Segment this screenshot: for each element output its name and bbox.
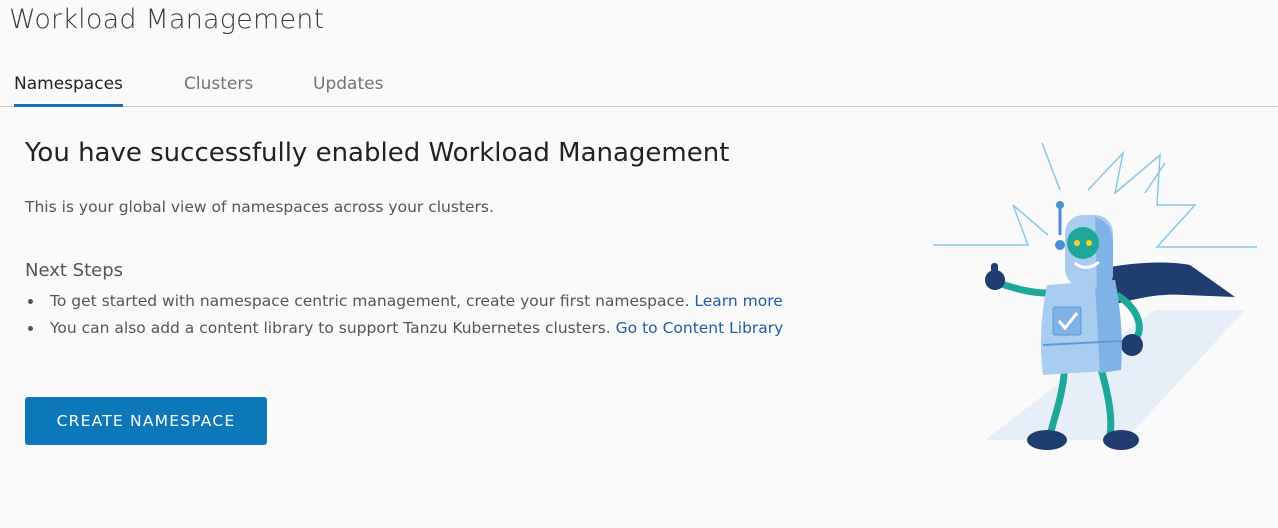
page-title: Workload Management — [9, 4, 325, 35]
main-content: You have successfully enabled Workload M… — [25, 138, 905, 445]
tab-namespaces[interactable]: Namespaces — [14, 74, 123, 107]
robot-thumbs-up-illustration — [933, 142, 1257, 450]
next-steps-list: To get started with namespace centric ma… — [25, 288, 895, 342]
list-item: You can also add a content library to su… — [25, 315, 895, 342]
global-view-description: This is your global view of namespaces a… — [25, 198, 494, 216]
go-to-content-library-link[interactable]: Go to Content Library — [616, 319, 784, 337]
next-steps-title: Next Steps — [25, 260, 124, 281]
step-text: You can also add a content library to su… — [50, 319, 616, 337]
tab-bar: Namespaces Clusters Updates — [0, 60, 1278, 107]
create-namespace-button[interactable]: CREATE NAMESPACE — [25, 397, 267, 445]
step-text: To get started with namespace centric ma… — [50, 292, 695, 310]
learn-more-link[interactable]: Learn more — [694, 292, 782, 310]
tab-clusters[interactable]: Clusters — [184, 74, 253, 104]
success-headline: You have successfully enabled Workload M… — [25, 138, 730, 168]
list-item: To get started with namespace centric ma… — [25, 288, 895, 315]
tab-updates[interactable]: Updates — [313, 74, 383, 104]
